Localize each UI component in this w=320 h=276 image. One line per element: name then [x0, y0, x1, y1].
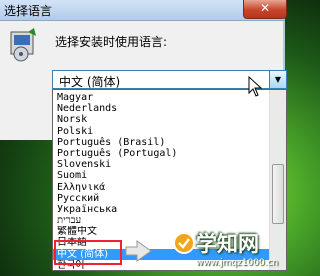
- watermark-logo-icon: [173, 232, 195, 254]
- title-bar: 选择语言 ✕: [0, 0, 287, 21]
- list-item[interactable]: עברית: [53, 215, 272, 226]
- close-button[interactable]: ✕: [243, 0, 287, 19]
- list-item[interactable]: Magyar: [53, 92, 272, 103]
- list-item[interactable]: Slovenski: [53, 159, 272, 170]
- list-item[interactable]: Ελληνικά: [53, 182, 272, 193]
- scrollbar-thumb[interactable]: [272, 164, 284, 224]
- list-item[interactable]: Nederlands: [53, 103, 272, 114]
- list-item[interactable]: Suomi: [53, 170, 272, 181]
- list-item[interactable]: Norsk: [53, 114, 272, 125]
- language-prompt: 选择安装时使用语言:: [55, 35, 168, 49]
- window-title: 选择语言: [4, 4, 53, 18]
- chevron-down-icon[interactable]: ▼: [269, 71, 286, 88]
- installer-icon: [10, 28, 36, 62]
- list-scrollbar[interactable]: [269, 90, 286, 270]
- list-item[interactable]: Polski: [53, 126, 272, 137]
- list-item[interactable]: Português (Portugal): [53, 148, 272, 159]
- selection-highlight-box: [54, 240, 122, 265]
- pointer-arrow-icon: [125, 240, 152, 262]
- watermark-title: 学知网: [196, 232, 259, 256]
- mouse-cursor-icon: [248, 76, 263, 97]
- list-item[interactable]: Русский: [53, 193, 272, 204]
- combobox-value: 中文 (简体): [59, 75, 121, 89]
- watermark-url: www.jmqz1000.cn: [196, 258, 279, 268]
- list-item[interactable]: Português (Brasil): [53, 137, 272, 148]
- list-item[interactable]: Українська: [53, 204, 272, 215]
